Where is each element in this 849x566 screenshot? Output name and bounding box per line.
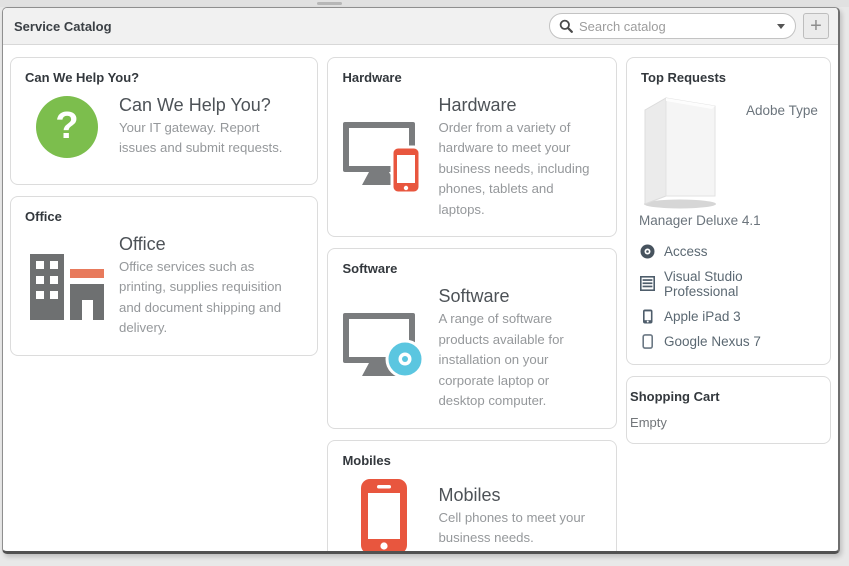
card-section-title: Office [11, 197, 317, 224]
category-description: Office services such as printing, suppli… [119, 257, 297, 339]
card-section-title: Can We Help You? [11, 58, 317, 85]
category-link-can-we-help[interactable]: Can We Help You? [119, 95, 297, 116]
mobile-phone-icon [360, 478, 410, 554]
hardware-monitor-phone-icon [342, 121, 428, 195]
search-input[interactable] [579, 19, 777, 34]
category-card-can-we-help[interactable]: Can We Help You? ? Can We Help You? Your… [10, 57, 318, 185]
top-request-label: Visual Studio Professional [664, 269, 817, 299]
top-request-label: Access [664, 244, 708, 259]
card-section-title: Hardware [328, 58, 616, 85]
horizontal-scrollbar-thumb[interactable] [317, 2, 342, 5]
list-window-icon [640, 276, 655, 291]
category-card-software[interactable]: Software Software [327, 248, 617, 428]
help-question-icon: ? [36, 96, 98, 158]
search-box[interactable] [549, 13, 796, 39]
category-card-office[interactable]: Office [10, 196, 318, 356]
featured-title-line1: Adobe Type [746, 102, 818, 121]
catalog-content: Can We Help You? ? Can We Help You? Your… [3, 45, 838, 554]
card-section-title: Mobiles [328, 441, 616, 468]
category-description: A range of software products available f… [438, 309, 596, 411]
search-icon [559, 19, 573, 33]
top-requests-card: Top Requests Adobe Type Manager Deluxe 4… [626, 57, 831, 365]
horizontal-scrollbar-track[interactable] [0, 0, 849, 7]
column-left: Can We Help You? ? Can We Help You? Your… [10, 57, 318, 356]
top-request-item-google-nexus[interactable]: Google Nexus 7 [638, 329, 819, 354]
category-link-mobiles[interactable]: Mobiles [438, 485, 596, 506]
category-description: Cell phones to meet your business needs. [438, 508, 596, 549]
service-catalog-window: Service Catalog + Can We Help You? ? [2, 7, 840, 554]
category-link-software[interactable]: Software [438, 286, 596, 307]
top-request-item-access[interactable]: Access [638, 239, 819, 264]
plus-icon: + [810, 17, 822, 35]
office-building-icon [29, 252, 105, 320]
top-request-item-visual-studio[interactable]: Visual Studio Professional [638, 264, 819, 304]
top-requests-title: Top Requests [638, 58, 819, 85]
category-description: Your IT gateway. Report issues and submi… [119, 118, 297, 159]
top-request-item-apple-ipad[interactable]: Apple iPad 3 [638, 304, 819, 329]
category-link-office[interactable]: Office [119, 234, 297, 255]
category-card-mobiles[interactable]: Mobiles Mobiles Cell phones to meet your… [327, 440, 617, 554]
category-card-hardware[interactable]: Hardware Hardware [327, 57, 617, 237]
featured-title-line2: Manager Deluxe 4.1 [639, 212, 819, 231]
titlebar: Service Catalog + [3, 8, 838, 45]
category-description: Order from a variety of hardware to meet… [438, 118, 596, 220]
shopping-cart-status: Empty [627, 404, 830, 443]
column-right: Top Requests Adobe Type Manager Deluxe 4… [626, 57, 831, 444]
top-requests-list: Access Visual Studio Professional [638, 239, 819, 354]
disc-icon [640, 244, 655, 259]
chevron-down-icon[interactable] [777, 24, 785, 29]
card-section-title: Software [328, 249, 616, 276]
software-box-image [638, 94, 722, 210]
column-middle: Hardware Hardware [327, 57, 617, 554]
category-link-hardware[interactable]: Hardware [438, 95, 596, 116]
software-monitor-disc-icon [342, 312, 428, 386]
top-request-featured-item[interactable]: Adobe Type Manager Deluxe 4.1 [638, 94, 819, 231]
page-title: Service Catalog [14, 19, 112, 34]
tablet-outline-icon [640, 334, 655, 349]
top-request-label: Apple iPad 3 [664, 309, 741, 324]
tablet-filled-icon [640, 309, 655, 324]
top-request-label: Google Nexus 7 [664, 334, 761, 349]
shopping-cart-card: Shopping Cart Empty [626, 376, 831, 444]
add-button[interactable]: + [803, 13, 829, 39]
shopping-cart-title: Shopping Cart [627, 377, 830, 404]
